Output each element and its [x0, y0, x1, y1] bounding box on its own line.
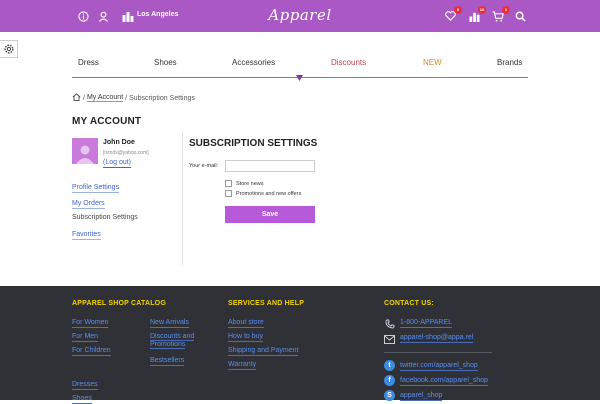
footer-phone-link[interactable]: 1-800-APPAREL — [400, 319, 453, 328]
footer-link-about-store[interactable]: About store — [228, 319, 264, 328]
cart-count-badge: 1 — [502, 6, 510, 14]
promotions-checkbox[interactable] — [225, 190, 232, 197]
footer-email-link[interactable]: apparel-shop@appa.rel — [400, 334, 474, 343]
logout-link[interactable]: (Log out) — [103, 159, 132, 168]
nav-brands[interactable]: Brands — [497, 58, 522, 67]
avatar — [72, 138, 98, 164]
footer-services-heading: SERVICES AND HELP — [228, 300, 305, 307]
footer-link-for-children[interactable]: For Children — [72, 347, 111, 356]
wishlist-icon[interactable]: 0 — [443, 6, 462, 23]
user-name: John Doe — [103, 139, 135, 146]
nav-dress[interactable]: Dress — [78, 58, 99, 67]
breadcrumb-separator: / — [125, 94, 128, 102]
menu-favorites[interactable]: Favorites — [72, 230, 101, 240]
footer-link-how-to-buy[interactable]: How to buy — [228, 333, 264, 342]
footer-link-warranty[interactable]: Warranty — [228, 361, 257, 370]
breadcrumb: / My Account / Subscription Settings — [72, 93, 195, 103]
nav-shoes[interactable]: Shoes — [154, 58, 177, 67]
nav-new[interactable]: NEW — [423, 58, 442, 67]
footer-link-shipping-payment[interactable]: Shipping and Payment — [228, 347, 299, 356]
phone-icon — [384, 318, 395, 329]
nav-accessories[interactable]: Accessories — [232, 58, 275, 67]
footer-link-for-women[interactable]: For Women — [72, 319, 109, 328]
footer-catalog-heading: APPAREL SHOP CATALOG — [72, 300, 166, 307]
footer-twitter-link[interactable]: twitter.com/apparel_shop — [400, 362, 478, 371]
breadcrumb-separator: / — [83, 94, 85, 102]
menu-subscription-settings: Subscription Settings — [72, 214, 138, 221]
footer-link-discounts-promotions-text: Discounts and Promotions — [150, 333, 195, 349]
user-email: [nznds@yahoo.com] — [103, 150, 149, 156]
footer: APPAREL SHOP CATALOG For Women For Men F… — [0, 286, 600, 404]
account-title: MY ACCOUNT — [72, 116, 142, 127]
compare-icon[interactable]: 10 — [467, 6, 486, 23]
nav-discounts[interactable]: Discounts — [331, 58, 366, 67]
wishlist-count-badge: 0 — [454, 6, 462, 14]
facebook-icon[interactable]: f — [384, 375, 395, 386]
logo[interactable]: Apparel — [0, 6, 600, 24]
home-icon[interactable] — [72, 93, 81, 103]
footer-link-dresses[interactable]: Dresses — [72, 381, 98, 390]
footer-link-for-men[interactable]: For Men — [72, 333, 99, 342]
promotions-label: Promotions and new offers — [236, 191, 302, 197]
footer-contact-heading: CONTACT US: — [384, 300, 434, 307]
footer-link-bestsellers[interactable]: Bestsellers — [150, 357, 185, 366]
footer-facebook-link[interactable]: facebook.com/apparel_shop — [400, 377, 488, 386]
nav-active-marker — [296, 75, 303, 81]
cart-icon[interactable]: 1 — [491, 6, 510, 23]
breadcrumb-current: Subscription Settings — [129, 94, 195, 102]
twitter-icon[interactable]: t — [384, 360, 395, 371]
vertical-divider — [182, 131, 183, 265]
store-news-label: Store news — [236, 181, 264, 187]
search-icon[interactable] — [513, 9, 527, 23]
menu-my-orders[interactable]: My Orders — [72, 199, 105, 209]
user-silhouette-icon — [76, 145, 94, 164]
subscription-title: SUBSCRIPTION SETTINGS — [189, 138, 318, 149]
mail-icon — [384, 334, 395, 345]
footer-link-new-arrivals[interactable]: New Arrivals — [150, 319, 189, 328]
footer-contact-divider — [384, 352, 492, 353]
skype-icon[interactable]: S — [384, 390, 395, 401]
save-button[interactable]: Save — [225, 206, 315, 223]
compare-count-badge: 10 — [478, 6, 486, 14]
gear-icon — [4, 44, 13, 54]
email-label: Your e-mail: — [189, 163, 219, 169]
store-news-checkbox[interactable] — [225, 180, 232, 187]
main-nav: Dress Shoes Accessories Discounts NEW Br… — [72, 50, 528, 81]
top-bar: Los Angeles Apparel 0 10 1 — [0, 0, 600, 32]
breadcrumb-my-account[interactable]: My Account — [86, 94, 124, 102]
menu-profile-settings[interactable]: Profile Settings — [72, 183, 120, 193]
footer-link-discounts-promotions[interactable]: Discounts and Promotions — [150, 333, 210, 349]
settings-gear-button[interactable] — [0, 40, 18, 58]
email-field[interactable] — [225, 160, 315, 172]
